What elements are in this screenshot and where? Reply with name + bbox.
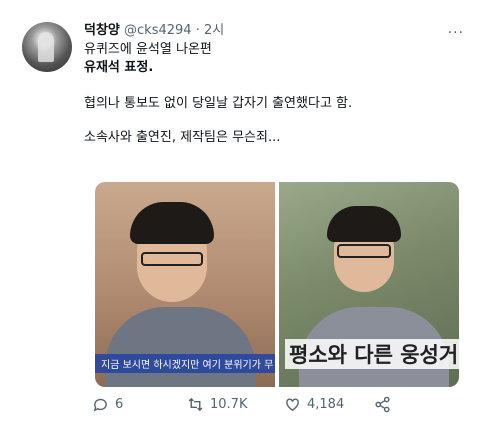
left-subtitle: 지금 보시면 하시겠지만 여기 분위기가 무 xyxy=(95,354,275,373)
avatar-figure xyxy=(38,32,54,62)
retweet-icon xyxy=(188,397,203,412)
profile-avatar[interactable] xyxy=(22,22,72,72)
share-icon xyxy=(375,396,390,413)
reply-count: 6 xyxy=(115,397,124,412)
tweet-content: 덕창양 @cks4294 · 2시 ··· 유퀴즈에 윤석열 나온편 유재석 표… xyxy=(84,22,464,147)
share-button[interactable] xyxy=(374,396,391,413)
right-subtitle: 평소와 다른 웅성거 xyxy=(285,339,459,369)
person-glasses xyxy=(337,244,391,258)
tweet-text-line2: 유재석 표정. xyxy=(84,60,154,75)
retweet-button[interactable]: 10.7K xyxy=(187,396,247,413)
tweet-text-line3: 협의나 통보도 없이 당일날 갑자기 출연했다고 함. xyxy=(84,96,353,111)
person-hair xyxy=(130,202,214,244)
person-suit xyxy=(105,307,255,387)
reply-icon xyxy=(93,398,107,412)
tweet-text-line1: 유퀴즈에 윤석열 나온편 xyxy=(84,42,212,57)
tweet-time[interactable]: 2시 xyxy=(204,23,224,38)
tweet-header: 덕창양 @cks4294 · 2시 ··· xyxy=(84,22,464,42)
media-image-left[interactable]: 지금 보시면 하시겠지만 여기 분위기가 무 xyxy=(95,182,275,387)
user-handle[interactable]: @cks4294 xyxy=(124,23,192,38)
like-button[interactable]: 4,184 xyxy=(284,396,344,413)
retweet-count: 10.7K xyxy=(210,397,248,412)
reply-button[interactable]: 6 xyxy=(92,396,123,413)
display-name[interactable]: 덕창양 xyxy=(84,23,120,38)
media-image-right[interactable]: 평소와 다른 웅성거 xyxy=(279,182,459,387)
tweet-text-line4: 소속사와 출연진, 제작팀은 무슨죄... xyxy=(84,130,281,145)
heart-icon xyxy=(286,398,299,412)
separator-dot: · xyxy=(195,23,200,38)
like-count: 4,184 xyxy=(307,397,345,412)
person-hair xyxy=(327,206,401,242)
more-options-icon[interactable]: ··· xyxy=(448,24,464,42)
tweet-actions: 6 10.7K 4,184 xyxy=(92,396,402,420)
tweet-media[interactable]: 지금 보시면 하시겠지만 여기 분위기가 무 평소와 다른 웅성거 xyxy=(95,182,459,387)
person-glasses xyxy=(141,252,203,266)
